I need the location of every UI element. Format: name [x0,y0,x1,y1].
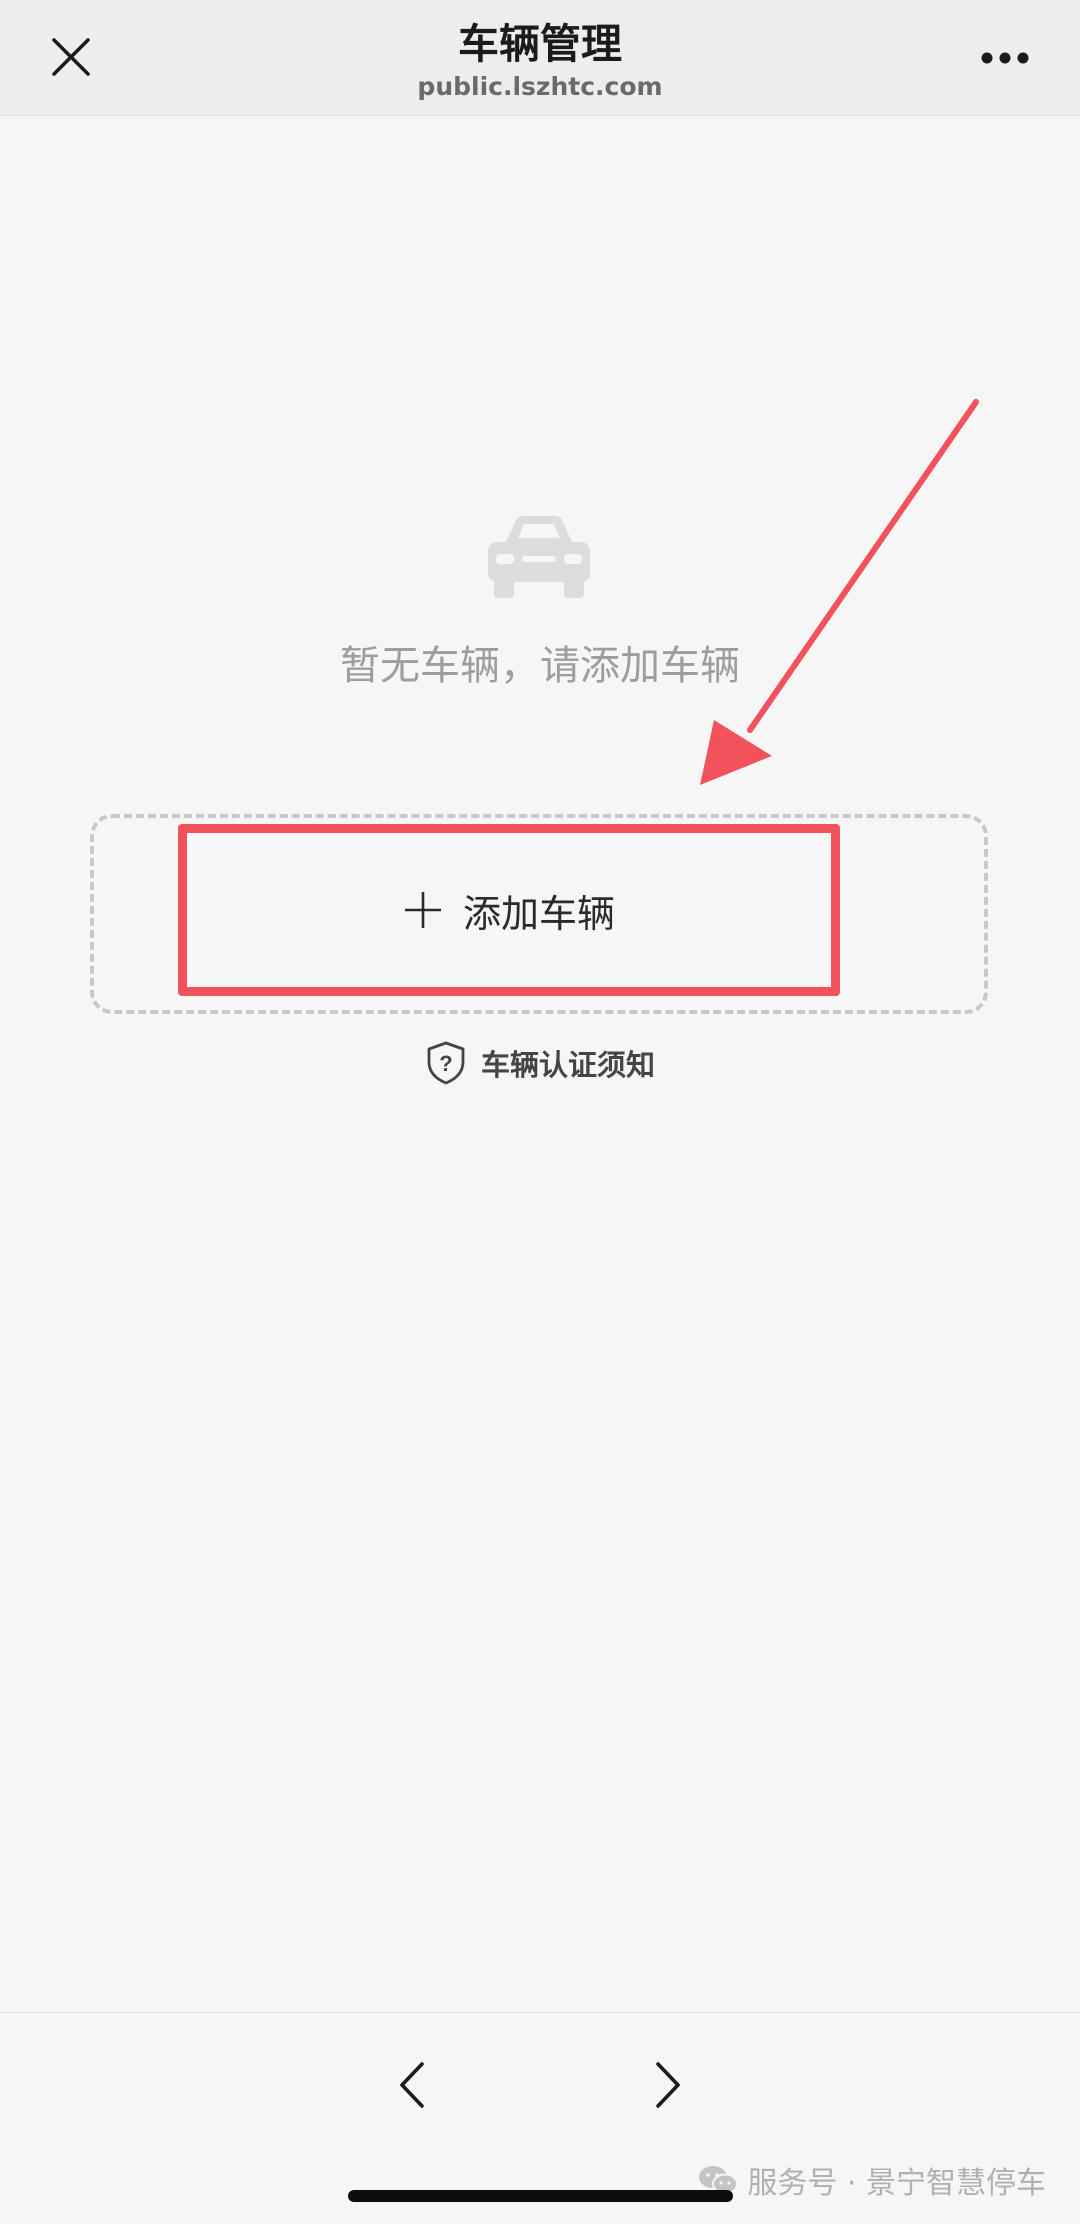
forward-button[interactable] [646,2053,690,2117]
more-button[interactable] [970,36,1040,80]
more-icon [981,52,1029,64]
top-bar: 车辆管理 public.lszhtc.com [0,0,1080,116]
watermark-text: 服务号 · 景宁智慧停车 [747,2166,1046,2201]
chevron-right-icon [656,2062,680,2108]
header-title-group: 车辆管理 public.lszhtc.com [0,18,1080,104]
page-domain: public.lszhtc.com [417,72,663,101]
annotation-arrow [700,399,979,785]
svg-text:?: ? [439,1051,452,1076]
car-icon [488,516,590,598]
plus-icon [403,890,443,930]
home-indicator[interactable] [348,2190,733,2202]
add-vehicle-label: 添加车辆 [462,891,615,936]
add-vehicle-button[interactable]: 添加车辆 [178,824,840,996]
notice-label: 车辆认证须知 [480,1048,655,1082]
vehicle-auth-notice-link[interactable]: ? 车辆认证须知 [0,1040,1080,1086]
page-title: 车辆管理 [458,20,622,68]
chevron-left-icon [400,2062,424,2108]
watermark: 服务号 · 景宁智慧停车 [697,2158,1046,2202]
shield-question-icon: ? [425,1040,467,1086]
back-button[interactable] [390,2053,434,2117]
